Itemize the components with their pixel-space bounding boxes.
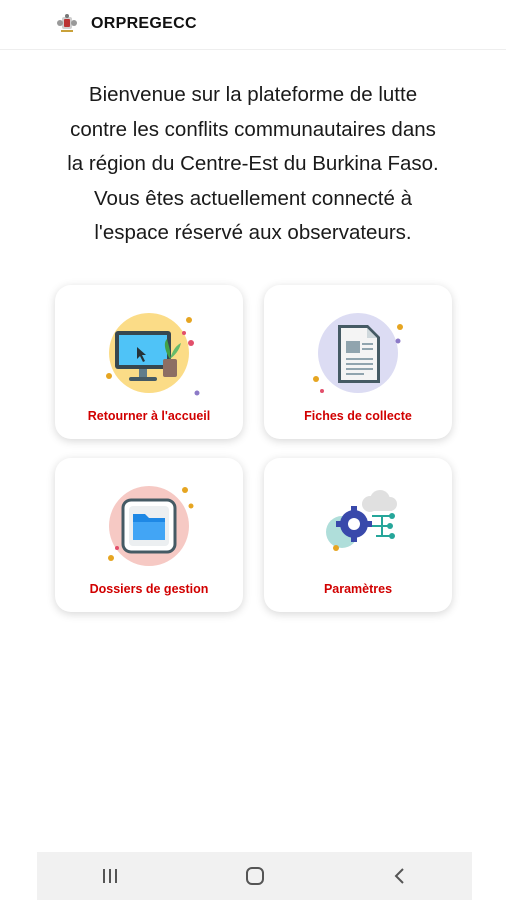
system-navigation-bar xyxy=(37,852,472,900)
home-button[interactable] xyxy=(225,856,285,896)
settings-card-label: Paramètres xyxy=(323,582,393,596)
settings-gears-icon xyxy=(326,490,397,551)
home-icon xyxy=(245,867,264,885)
home-card-label: Retourner à l'accueil xyxy=(87,409,211,423)
back-button[interactable] xyxy=(370,856,430,896)
welcome-line: Bienvenue sur la plateforme de lutte xyxy=(88,83,418,106)
welcome-line: Vous êtes actuellement connecté à xyxy=(94,186,412,210)
welcome-line: l'espace réservé aux observateurs. xyxy=(94,221,412,244)
back-icon xyxy=(394,868,404,884)
recent-apps-button[interactable] xyxy=(80,856,140,896)
recent-apps-icon xyxy=(102,869,117,883)
welcome-line: la région du Centre-Est du Burkina Faso. xyxy=(67,152,439,175)
folder-icon xyxy=(108,486,194,566)
settings-card[interactable]: Paramètres xyxy=(264,458,452,612)
home-card[interactable]: Retourner à l'accueil xyxy=(55,285,243,439)
document-icon xyxy=(313,313,403,393)
computer-icon xyxy=(106,313,200,396)
welcome-line: contre les conflits communautaires dans xyxy=(70,117,436,141)
welcome-message: Bienvenue sur la plateforme de lutte con… xyxy=(40,78,466,251)
management-folders-card[interactable]: Dossiers de gestion xyxy=(55,458,243,612)
collection-forms-card[interactable]: Fiches de collecte xyxy=(264,285,452,439)
app-bar: ORPREGECC xyxy=(0,0,506,50)
collection-forms-card-label: Fiches de collecte xyxy=(304,409,412,423)
management-folders-card-label: Dossiers de gestion xyxy=(89,582,209,596)
coat-of-arms-icon xyxy=(57,14,77,32)
app-title: ORPREGECC xyxy=(91,15,197,32)
